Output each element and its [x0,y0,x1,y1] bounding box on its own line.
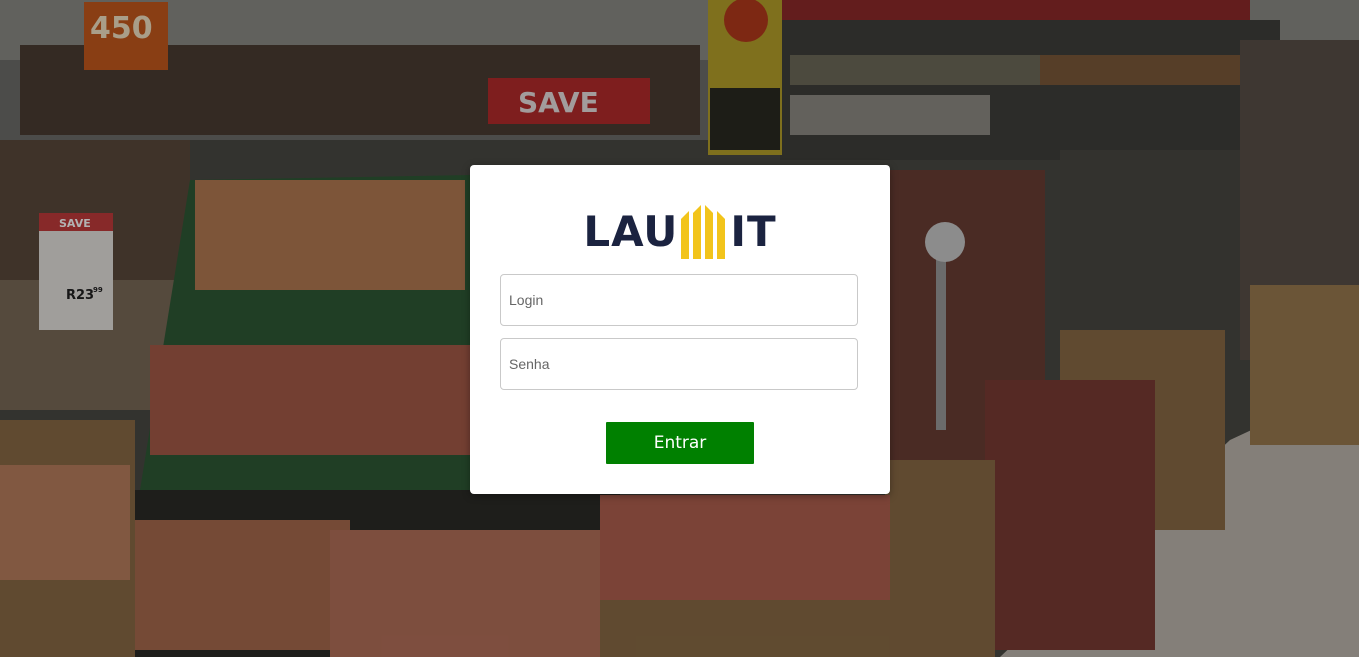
password-input[interactable] [500,338,858,390]
laumit-logo: LAU IT [470,203,890,261]
login-input[interactable] [500,274,858,326]
logo-text-right: IT [730,207,777,256]
logo-stripes-icon [681,205,726,259]
login-submit-button[interactable]: Entrar [606,422,754,464]
logo-text-left: LAU [583,207,679,256]
login-card: LAU IT Entrar [470,165,890,494]
